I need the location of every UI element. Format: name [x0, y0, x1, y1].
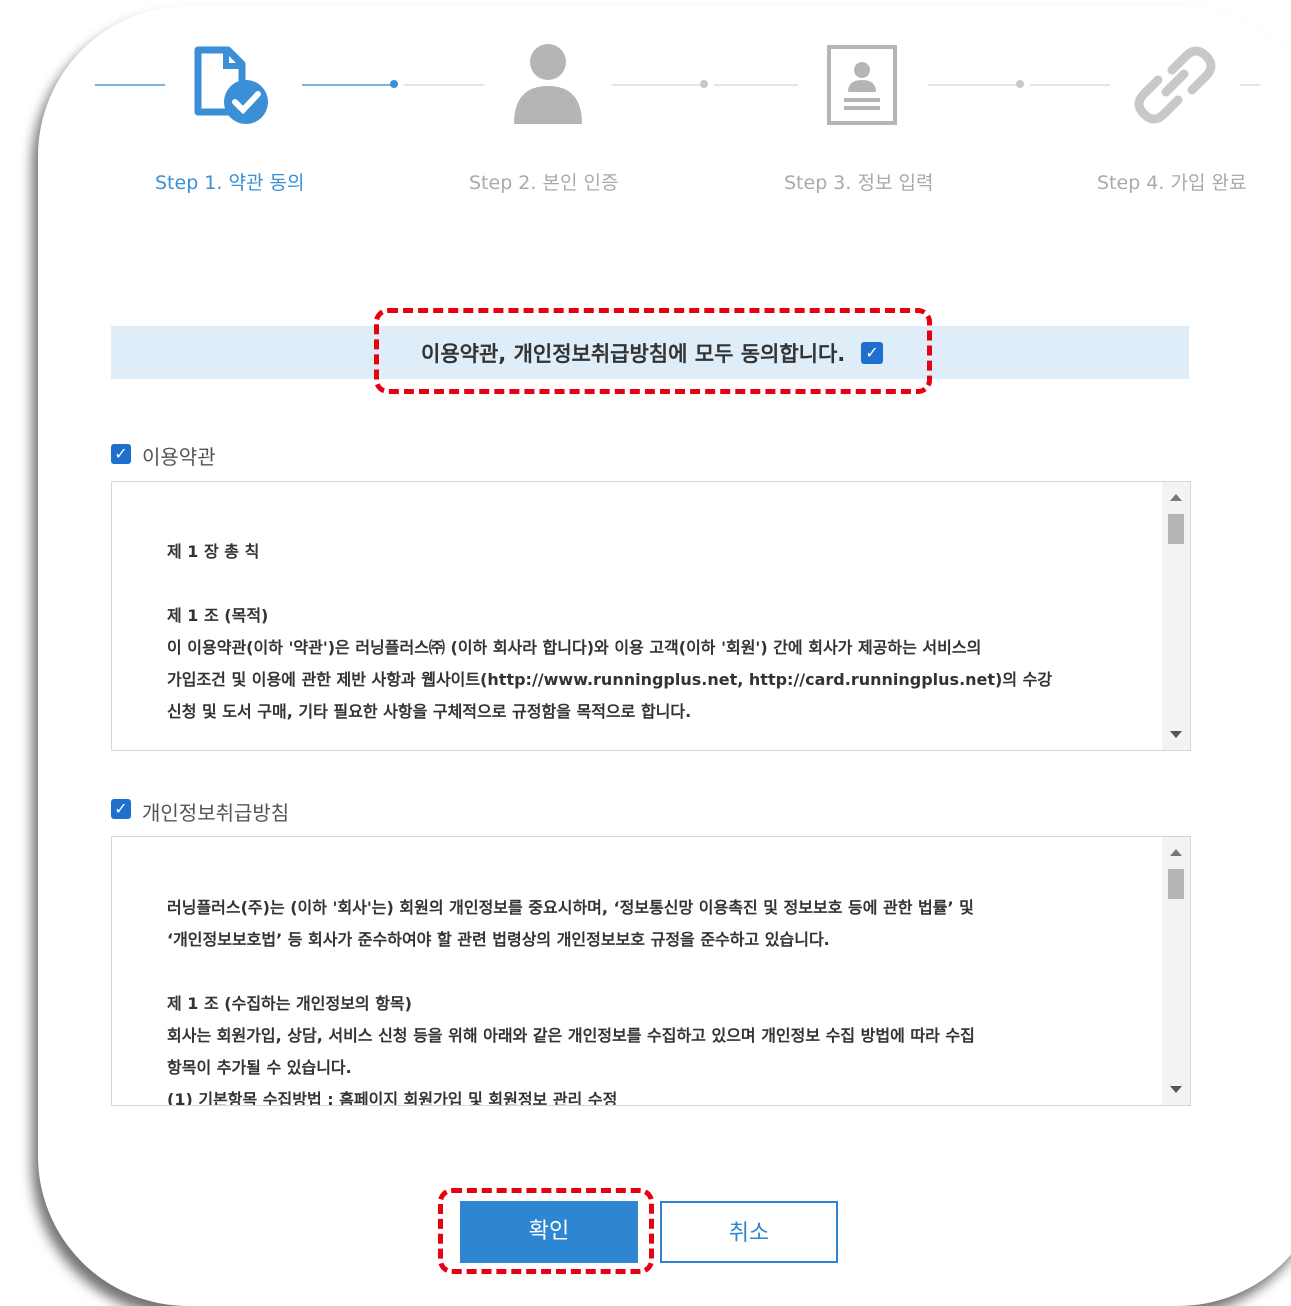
terms-line: 이 이용약관(이하 '약관')은 러닝플러스㈜ (이하 회사라 합니다)와 이용…	[167, 638, 982, 657]
scroll-up-icon[interactable]	[1170, 849, 1182, 856]
progress-line	[302, 84, 392, 86]
privacy-line: ‘개인정보보호법’ 등 회사가 준수하여야 할 관련 법령상의 개인정보보호 규…	[167, 930, 830, 949]
privacy-content: 러닝플러스(주)는 (이하 '회사'는) 회원의 개인정보를 중요시하며, ‘정…	[167, 892, 1127, 1106]
link-icon	[1134, 46, 1216, 124]
privacy-line	[167, 956, 1127, 988]
progress-dot	[390, 80, 398, 88]
privacy-textbox[interactable]: 러닝플러스(주)는 (이하 '회사'는) 회원의 개인정보를 중요시하며, ‘정…	[111, 836, 1191, 1106]
scroll-thumb[interactable]	[1168, 869, 1184, 899]
user-icon	[514, 44, 582, 124]
progress-line	[714, 84, 798, 86]
terms-line: 제 1 장 총 칙	[167, 542, 260, 561]
terms-line	[167, 568, 1127, 600]
privacy-label: 개인정보취급방침	[142, 801, 290, 825]
cancel-button[interactable]: 취소	[660, 1201, 838, 1263]
privacy-line: 제 1 조 (수집하는 개인정보의 항목)	[167, 994, 412, 1013]
terms-line: 가입조건 및 이용에 관한 제반 사항과 웹사이트(http://www.run…	[167, 670, 1053, 689]
check-icon: ✓	[114, 799, 128, 818]
terms-textbox[interactable]: 제 1 장 총 칙 제 1 조 (목적) 이 이용약관(이하 '약관')은 러닝…	[111, 481, 1191, 751]
progress-line	[1030, 84, 1110, 86]
step-1-label: Step 1. 약관 동의	[155, 172, 305, 194]
progress-dot	[1016, 80, 1024, 88]
scroll-down-icon[interactable]	[1170, 731, 1182, 738]
privacy-line: 러닝플러스(주)는 (이하 '회사'는) 회원의 개인정보를 중요시하며, ‘정…	[167, 898, 974, 917]
privacy-scrollbar[interactable]	[1162, 837, 1190, 1105]
terms-label: 이용약관	[142, 445, 216, 469]
highlight-annotation	[438, 1188, 654, 1274]
step-2-label: Step 2. 본인 인증	[469, 172, 619, 194]
progress-line	[404, 84, 484, 86]
highlight-annotation	[374, 308, 932, 394]
terms-line: 제 1 조 (목적)	[167, 606, 269, 625]
terms-content: 제 1 장 총 칙 제 1 조 (목적) 이 이용약관(이하 '약관')은 러닝…	[167, 536, 1127, 728]
terms-line: 신청 및 도서 구매, 기타 필요한 사항을 구체적으로 규정함을 목적으로 합…	[167, 702, 692, 721]
privacy-line: 회사는 회원가입, 상담, 서비스 신청 등을 위해 아래와 같은 개인정보를 …	[167, 1026, 975, 1045]
privacy-line: (1) 기본항목 수집방법 : 홈페이지 회원가입 및 회원정보 관리 수정	[167, 1090, 618, 1106]
scroll-up-icon[interactable]	[1170, 494, 1182, 501]
scroll-down-icon[interactable]	[1170, 1086, 1182, 1093]
progress-dot	[700, 80, 708, 88]
check-icon: ✓	[114, 444, 128, 463]
progress-line	[95, 84, 165, 86]
privacy-checkbox[interactable]: ✓	[111, 799, 131, 819]
terms-scrollbar[interactable]	[1162, 482, 1190, 750]
step-3-label: Step 3. 정보 입력	[784, 172, 934, 194]
terms-checkbox[interactable]: ✓	[111, 444, 131, 464]
progress-line	[928, 84, 1016, 86]
progress-line	[1240, 84, 1260, 86]
id-card-icon	[827, 45, 897, 125]
step-4-label: Step 4. 가입 완료	[1097, 172, 1247, 194]
scroll-thumb[interactable]	[1168, 514, 1184, 544]
document-check-icon	[194, 46, 268, 124]
progress-line	[612, 84, 700, 86]
privacy-line: 항목이 추가될 수 있습니다.	[167, 1058, 352, 1077]
